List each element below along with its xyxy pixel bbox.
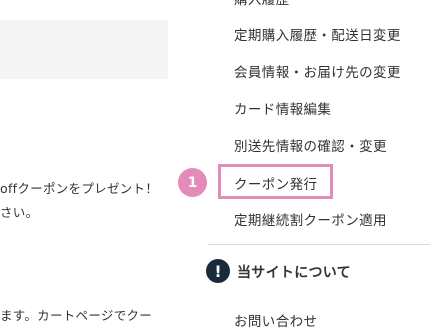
- info-icon: !: [206, 259, 230, 283]
- menu-item-purchase-history[interactable]: 購入履歴: [234, 0, 290, 8]
- menu-item-card-edit[interactable]: カード情報編集: [234, 98, 331, 118]
- menu-item-subscription-coupon[interactable]: 定期継続割クーポン適用: [234, 209, 387, 229]
- divider: [208, 244, 430, 245]
- menu-item-subscription-history[interactable]: 定期購入履歴・配送日変更: [234, 24, 401, 44]
- coupon-description-line: offクーポンをプレゼント！: [0, 181, 159, 196]
- coupon-description-line: さい。: [0, 205, 39, 220]
- content-panel: [0, 20, 168, 79]
- menu-item-contact[interactable]: お問い合わせ: [234, 310, 317, 330]
- highlight-box: [218, 164, 333, 199]
- menu-item-member-info[interactable]: 会員情報・お届け先の変更: [234, 61, 401, 81]
- menu-item-alt-shipping[interactable]: 別送先情報の確認・変更: [234, 135, 387, 155]
- step-badge: 1: [178, 168, 207, 197]
- section-heading-about: 当サイトについて: [237, 265, 351, 281]
- cart-description-line: ます。カートページでクー: [0, 308, 153, 323]
